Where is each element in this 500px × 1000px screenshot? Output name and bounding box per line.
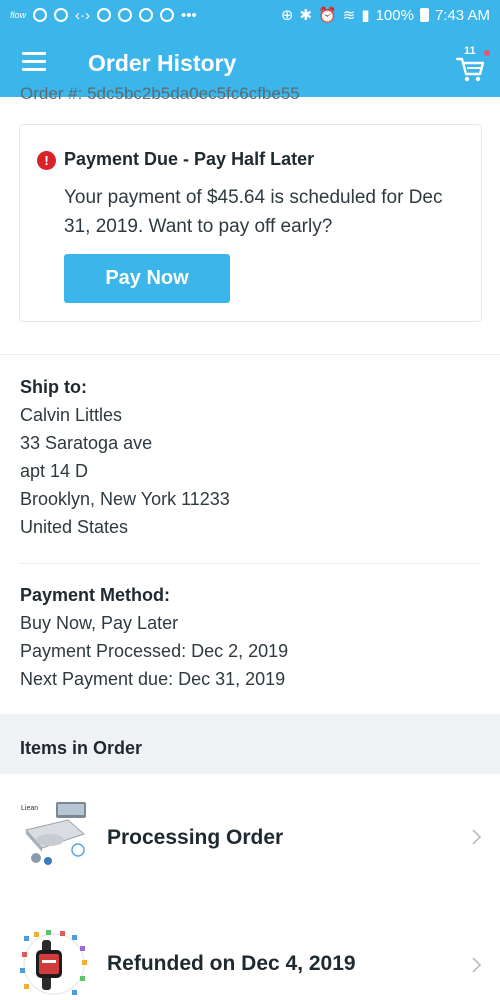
- page-title: Order History: [88, 50, 237, 76]
- divider: [0, 354, 500, 355]
- chevron-right-icon: [472, 957, 482, 973]
- alarm-icon: ⏰: [318, 7, 337, 24]
- item-status: Refunded on Dec 4, 2019: [107, 952, 356, 975]
- cart-icon: [455, 57, 485, 82]
- clock: 7:43 AM: [434, 6, 490, 24]
- cd-drive-image: Liean: [21, 802, 86, 865]
- payment-due-message: Your payment of $45.64 is scheduled for …: [64, 187, 443, 237]
- notification-icons: flow ‹·› •••: [10, 7, 281, 24]
- flow-app-icon: flow: [10, 10, 27, 20]
- facebook-icon: [118, 8, 133, 22]
- ship-to-line: 33 Saratoga ave: [20, 433, 153, 453]
- tripadvisor-icon: [160, 8, 175, 22]
- smartwatch-image: [20, 930, 87, 995]
- cast-icon: ‹·›: [75, 6, 91, 24]
- pinterest-icon: [33, 8, 48, 22]
- items-header-title: Items in Order: [20, 738, 143, 758]
- data-saver-icon: ⊕: [280, 7, 294, 24]
- chrome-icon: [97, 8, 112, 22]
- wifi-icon: ≋: [342, 7, 356, 24]
- product-thumbnail-cd-drive: Liean: [20, 800, 88, 868]
- ship-to-line: Calvin Littles: [20, 405, 123, 425]
- system-icons: ⊕ ✱ ⏰ ≋ ▮ 100% 7:43 AM: [280, 6, 490, 25]
- battery-percent: 100%: [375, 6, 414, 24]
- alert-icon: !: [37, 151, 56, 170]
- order-item-row[interactable]: Refunded on Dec 4, 2019: [0, 910, 500, 1000]
- ghost-app-icon: [54, 8, 69, 22]
- ship-to-line: apt 14 D: [20, 461, 89, 481]
- more-notifications-icon: •••: [181, 6, 197, 24]
- order-item-row[interactable]: Liean Processing Order: [0, 782, 500, 892]
- order-number: Order #: 5dc5bc2b5da0ec5fc6cfbe55: [20, 84, 300, 103]
- payment-method-title: Payment Method:: [20, 585, 171, 605]
- cart-notification-dot: [484, 50, 490, 56]
- divider: [20, 563, 480, 564]
- product-thumbnail-smartwatch: [20, 930, 88, 998]
- status-bar: flow ‹·› ••• ⊕ ✱ ⏰ ≋ ▮ 100% 7:43 AM: [0, 0, 500, 30]
- ship-to-line: United States: [20, 517, 129, 537]
- svg-text:Liean: Liean: [21, 805, 38, 812]
- signal-icon: ▮: [361, 7, 370, 24]
- battery-icon: [419, 8, 429, 22]
- payment-method-line: Buy Now, Pay Later: [20, 613, 179, 633]
- cart-button[interactable]: 11: [455, 45, 490, 82]
- ship-to-line: Brooklyn, New York 11233: [20, 489, 230, 509]
- payment-processed-line: Payment Processed: Dec 2, 2019: [20, 641, 289, 661]
- item-status: Processing Order: [107, 826, 284, 849]
- instagram-icon: [139, 8, 154, 22]
- payment-due-card: ! Payment Due - Pay Half Later Your paym…: [19, 124, 482, 322]
- next-payment-line: Next Payment due: Dec 31, 2019: [20, 669, 286, 689]
- items-section-header: Items in Order: [0, 714, 500, 774]
- pay-now-button[interactable]: Pay Now: [64, 254, 230, 303]
- bluetooth-icon: ✱: [299, 7, 313, 24]
- cart-count-badge: 11: [464, 45, 476, 57]
- payment-due-title: Payment Due - Pay Half Later: [64, 149, 315, 169]
- chevron-right-icon: [472, 829, 482, 845]
- menu-icon[interactable]: [22, 52, 46, 72]
- ship-to-title: Ship to:: [20, 377, 87, 397]
